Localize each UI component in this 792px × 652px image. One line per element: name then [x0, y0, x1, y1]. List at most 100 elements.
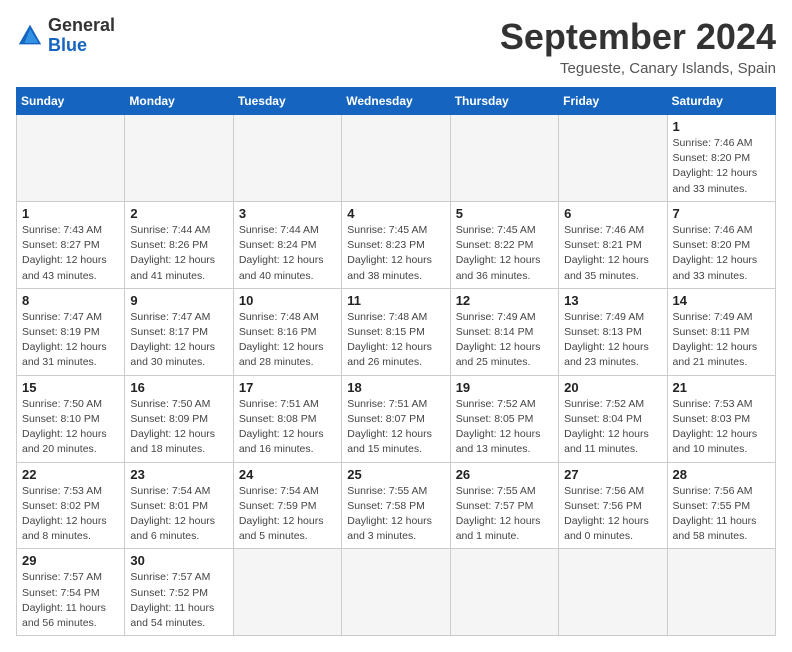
day-detail: Sunrise: 7:44 AMSunset: 8:26 PMDaylight:… [130, 223, 227, 284]
title-area: September 2024 Tegueste, Canary Islands,… [500, 16, 776, 77]
calendar-week-row: 8 Sunrise: 7:47 AMSunset: 8:19 PMDaylight… [17, 288, 776, 375]
day-number: 7 [673, 206, 770, 221]
calendar-header-row: SundayMondayTuesdayWednesdayThursdayFrid… [17, 88, 776, 115]
calendar-day-cell [559, 549, 667, 636]
calendar-day-cell: 3Sunrise: 7:44 AMSunset: 8:24 PMDaylight… [233, 201, 341, 288]
day-detail: Sunrise: 7:52 AMSunset: 8:05 PMDaylight:… [456, 397, 553, 458]
logo-general: General [48, 15, 115, 35]
calendar-day-cell [233, 115, 341, 202]
day-number: 15 [22, 380, 119, 395]
calendar-day-cell: 1Sunrise: 7:46 AMSunset: 8:20 PMDaylight… [667, 115, 775, 202]
day-detail: Sunrise: 7:53 AMSunset: 8:03 PMDaylight:… [673, 397, 770, 458]
calendar-day-cell [450, 115, 558, 202]
day-number: 26 [456, 467, 553, 482]
day-number: 1 [22, 206, 119, 221]
day-detail: Sunrise: 7:47 AMSunset: 8:19 PMDaylight:… [22, 310, 119, 371]
day-number: 20 [564, 380, 661, 395]
calendar-day-cell: 19 Sunrise: 7:52 AMSunset: 8:05 PMDayligh… [450, 375, 558, 462]
day-detail: Sunrise: 7:57 AMSunset: 7:54 PMDaylight:… [22, 570, 119, 631]
calendar-day-cell: 25 Sunrise: 7:55 AMSunset: 7:58 PMDayligh… [342, 462, 450, 549]
day-number: 13 [564, 293, 661, 308]
day-detail: Sunrise: 7:50 AMSunset: 8:10 PMDaylight:… [22, 397, 119, 458]
day-number: 24 [239, 467, 336, 482]
day-number: 22 [22, 467, 119, 482]
calendar-day-cell: 8 Sunrise: 7:47 AMSunset: 8:19 PMDaylight… [17, 288, 125, 375]
day-number: 21 [673, 380, 770, 395]
calendar-day-cell [17, 115, 125, 202]
day-detail: Sunrise: 7:44 AMSunset: 8:24 PMDaylight:… [239, 223, 336, 284]
day-number: 9 [130, 293, 227, 308]
calendar-week-row: 1Sunrise: 7:46 AMSunset: 8:20 PMDaylight… [17, 115, 776, 202]
calendar-day-cell: 2 Sunrise: 7:44 AMSunset: 8:26 PMDaylight… [125, 201, 233, 288]
logo: General Blue [16, 16, 115, 56]
calendar-day-cell: 27 Sunrise: 7:56 AMSunset: 7:56 PMDayligh… [559, 462, 667, 549]
calendar-day-cell [342, 115, 450, 202]
calendar-day-cell: 21 Sunrise: 7:53 AMSunset: 8:03 PMDayligh… [667, 375, 775, 462]
calendar-day-cell: 29 Sunrise: 7:57 AMSunset: 7:54 PMDayligh… [17, 549, 125, 636]
calendar-day-cell: 4 Sunrise: 7:45 AMSunset: 8:23 PMDaylight… [342, 201, 450, 288]
day-number: 12 [456, 293, 553, 308]
day-detail: Sunrise: 7:46 AMSunset: 8:20 PMDaylight:… [673, 223, 770, 284]
day-detail: Sunrise: 7:56 AMSunset: 7:55 PMDaylight:… [673, 484, 770, 545]
calendar-week-row: 22 Sunrise: 7:53 AMSunset: 8:02 PMDayligh… [17, 462, 776, 549]
calendar-day-cell [667, 549, 775, 636]
calendar-day-cell: 7 Sunrise: 7:46 AMSunset: 8:20 PMDaylight… [667, 201, 775, 288]
calendar-day-cell: 11Sunrise: 7:48 AMSunset: 8:15 PMDayligh… [342, 288, 450, 375]
day-of-week-header: Monday [125, 88, 233, 115]
day-of-week-header: Tuesday [233, 88, 341, 115]
calendar-day-cell: 6Sunrise: 7:46 AMSunset: 8:21 PMDaylight… [559, 201, 667, 288]
calendar-day-cell [125, 115, 233, 202]
day-of-week-header: Saturday [667, 88, 775, 115]
day-detail: Sunrise: 7:54 AMSunset: 7:59 PMDaylight:… [239, 484, 336, 545]
day-of-week-header: Thursday [450, 88, 558, 115]
logo-text: General Blue [48, 16, 115, 56]
day-detail: Sunrise: 7:47 AMSunset: 8:17 PMDaylight:… [130, 310, 227, 371]
day-detail: Sunrise: 7:49 AMSunset: 8:11 PMDaylight:… [673, 310, 770, 371]
day-detail: Sunrise: 7:54 AMSunset: 8:01 PMDaylight:… [130, 484, 227, 545]
calendar-day-cell: 20Sunrise: 7:52 AMSunset: 8:04 PMDayligh… [559, 375, 667, 462]
calendar-day-cell: 5Sunrise: 7:45 AMSunset: 8:22 PMDaylight… [450, 201, 558, 288]
day-detail: Sunrise: 7:55 AMSunset: 7:57 PMDaylight:… [456, 484, 553, 545]
day-number: 8 [22, 293, 119, 308]
calendar-day-cell: 17Sunrise: 7:51 AMSunset: 8:08 PMDayligh… [233, 375, 341, 462]
day-detail: Sunrise: 7:51 AMSunset: 8:08 PMDaylight:… [239, 397, 336, 458]
day-detail: Sunrise: 7:53 AMSunset: 8:02 PMDaylight:… [22, 484, 119, 545]
day-number: 25 [347, 467, 444, 482]
logo-blue: Blue [48, 35, 87, 55]
calendar-day-cell: 12Sunrise: 7:49 AMSunset: 8:14 PMDayligh… [450, 288, 558, 375]
location: Tegueste, Canary Islands, Spain [500, 60, 776, 77]
day-number: 10 [239, 293, 336, 308]
calendar-day-cell: 1 Sunrise: 7:43 AMSunset: 8:27 PMDaylight… [17, 201, 125, 288]
day-detail: Sunrise: 7:56 AMSunset: 7:56 PMDaylight:… [564, 484, 661, 545]
day-number: 16 [130, 380, 227, 395]
day-of-week-header: Friday [559, 88, 667, 115]
day-number: 4 [347, 206, 444, 221]
calendar-day-cell: 24 Sunrise: 7:54 AMSunset: 7:59 PMDayligh… [233, 462, 341, 549]
day-number: 28 [673, 467, 770, 482]
day-detail: Sunrise: 7:55 AMSunset: 7:58 PMDaylight:… [347, 484, 444, 545]
calendar-day-cell [233, 549, 341, 636]
calendar: SundayMondayTuesdayWednesdayThursdayFrid… [16, 87, 776, 636]
day-number: 1 [673, 119, 770, 134]
calendar-day-cell: 16Sunrise: 7:50 AMSunset: 8:09 PMDayligh… [125, 375, 233, 462]
day-number: 30 [130, 553, 227, 568]
day-of-week-header: Wednesday [342, 88, 450, 115]
day-detail: Sunrise: 7:43 AMSunset: 8:27 PMDaylight:… [22, 223, 119, 284]
day-number: 11 [347, 293, 444, 308]
day-number: 19 [456, 380, 553, 395]
calendar-week-row: 29 Sunrise: 7:57 AMSunset: 7:54 PMDayligh… [17, 549, 776, 636]
day-detail: Sunrise: 7:51 AMSunset: 8:07 PMDaylight:… [347, 397, 444, 458]
day-detail: Sunrise: 7:57 AMSunset: 7:52 PMDaylight:… [130, 570, 227, 631]
day-number: 2 [130, 206, 227, 221]
logo-icon [16, 22, 44, 50]
day-detail: Sunrise: 7:45 AMSunset: 8:23 PMDaylight:… [347, 223, 444, 284]
calendar-day-cell: 10Sunrise: 7:48 AMSunset: 8:16 PMDayligh… [233, 288, 341, 375]
day-number: 14 [673, 293, 770, 308]
day-number: 27 [564, 467, 661, 482]
calendar-day-cell [342, 549, 450, 636]
day-detail: Sunrise: 7:45 AMSunset: 8:22 PMDaylight:… [456, 223, 553, 284]
day-number: 29 [22, 553, 119, 568]
calendar-day-cell: 23Sunrise: 7:54 AMSunset: 8:01 PMDayligh… [125, 462, 233, 549]
calendar-day-cell: 14 Sunrise: 7:49 AMSunset: 8:11 PMDayligh… [667, 288, 775, 375]
day-number: 18 [347, 380, 444, 395]
